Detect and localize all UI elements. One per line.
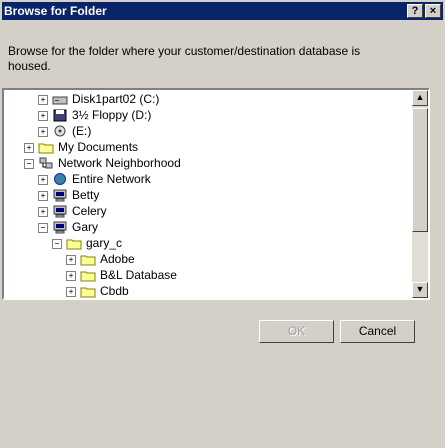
computer-icon	[53, 221, 67, 234]
folder-tree-items: + Disk1part02 (C:) +3½ Floppy (D:) + (E:) + My…	[4, 90, 412, 298]
expand-icon[interactable]: +	[38, 110, 48, 121]
tree-item[interactable]: + B&L Database	[66, 268, 177, 283]
expand-icon[interactable]: +	[38, 94, 48, 105]
expand-icon[interactable]: +	[38, 174, 48, 185]
expand-icon[interactable]: +	[38, 126, 48, 137]
tree-item-label: B&L Database	[100, 268, 177, 282]
computer-icon	[53, 205, 67, 218]
tree-item-label: 3½ Floppy (D:)	[72, 108, 152, 122]
tree-item-label: Entire Network	[72, 172, 151, 186]
window-title: Browse for Folder	[4, 4, 107, 18]
tree-item[interactable]: +3½ Floppy (D:)	[38, 108, 151, 123]
tree-item[interactable]: + Entire Network	[38, 172, 151, 187]
expand-icon[interactable]: +	[66, 254, 76, 265]
tree-item-label: gary_c	[86, 236, 123, 250]
folder-tree[interactable]: + Disk1part02 (C:) +3½ Floppy (D:) + (E:) + My…	[2, 88, 430, 300]
tree-item-label: (E:)	[72, 124, 92, 138]
prompt-text: Browse for the folder where your custome…	[8, 44, 361, 73]
folder-icon	[80, 287, 96, 298]
close-button[interactable]: ×	[425, 4, 441, 18]
tree-item[interactable]: + Adobe	[66, 252, 135, 267]
title-bar[interactable]: Browse for Folder ? ×	[2, 2, 443, 20]
tree-item[interactable]: + Cbdb	[66, 284, 129, 298]
expand-icon[interactable]: +	[38, 206, 48, 217]
cancel-button[interactable]: Cancel	[340, 320, 415, 343]
ok-button[interactable]: OK	[259, 320, 334, 343]
collapse-icon[interactable]: −	[24, 158, 34, 169]
cd-drive-icon	[54, 125, 66, 137]
tree-item[interactable]: − Network Neighborhood	[24, 156, 181, 171]
expand-icon[interactable]: +	[38, 190, 48, 201]
collapse-icon[interactable]: −	[52, 238, 62, 249]
browse-for-folder-dialog: Browse for Folder ? × Browse for the fol…	[0, 0, 445, 448]
tree-item-label: Gary	[72, 220, 99, 234]
tree-item-label: My Documents	[58, 140, 139, 154]
tree-item-label: Network Neighborhood	[58, 156, 181, 170]
hard-drive-icon	[52, 96, 68, 105]
tree-item-label: Adobe	[100, 252, 135, 266]
tree-item[interactable]: + Disk1part02 (C:)	[38, 92, 159, 107]
tree-item[interactable]: + Celery	[38, 204, 107, 219]
tree-item-label: Betty	[72, 188, 100, 202]
folder-icon	[38, 143, 54, 154]
computer-icon	[53, 189, 67, 202]
tree-item-label: Disk1part02 (C:)	[72, 92, 160, 106]
scroll-down-button[interactable]: ▼	[412, 282, 428, 298]
network-icon	[39, 157, 53, 169]
expand-icon[interactable]: +	[24, 142, 34, 153]
expand-icon[interactable]: +	[66, 286, 76, 297]
folder-icon	[66, 239, 82, 250]
collapse-icon[interactable]: −	[38, 222, 48, 233]
expand-icon[interactable]: +	[66, 270, 76, 281]
tree-item-label: Cbdb	[100, 284, 129, 298]
tree-item[interactable]: − gary_c	[52, 236, 122, 251]
folder-icon	[80, 271, 96, 282]
tree-item[interactable]: + My Documents	[24, 140, 138, 155]
help-button[interactable]: ?	[407, 4, 423, 18]
scroll-thumb[interactable]	[412, 108, 428, 232]
tree-item[interactable]: − Gary	[38, 220, 98, 235]
folder-icon	[80, 255, 96, 266]
tree-item[interactable]: + (E:)	[38, 124, 91, 139]
globe-icon	[54, 173, 66, 186]
vertical-scrollbar[interactable]: ▲ ▼	[412, 90, 428, 298]
scroll-up-button[interactable]: ▲	[412, 90, 428, 106]
floppy-icon	[53, 109, 67, 122]
tree-item[interactable]: + Betty	[38, 188, 99, 203]
tree-item-label: Celery	[72, 204, 107, 218]
